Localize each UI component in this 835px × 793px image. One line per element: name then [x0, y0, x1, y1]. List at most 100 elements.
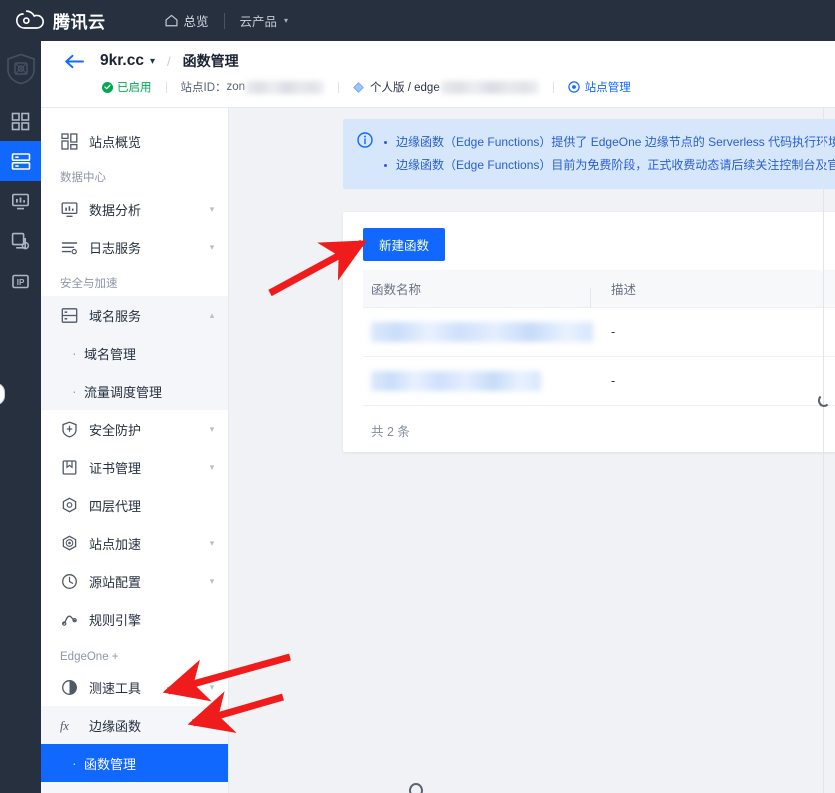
rail-item-analytics[interactable]	[0, 181, 41, 221]
sidebar-subitem-traffic-scheduling[interactable]: · 流量调度管理	[41, 372, 228, 410]
nav-item-overview[interactable]: 总览	[164, 11, 209, 30]
server-list-icon	[11, 152, 30, 170]
cell-function-name[interactable]	[363, 371, 603, 391]
sidebar-label: 安全防护	[89, 422, 142, 438]
svg-text:fx: fx	[60, 718, 69, 732]
nav-item-products[interactable]: 云产品 ▾	[240, 11, 289, 30]
sidebar-group-label: 数据中心	[60, 172, 106, 184]
sidebar-item-rule-engine[interactable]: 规则引擎	[41, 600, 228, 638]
sidebar-subitem-function-management[interactable]: · 函数管理	[41, 744, 228, 782]
status-badge-enabled: 已启用	[102, 79, 152, 95]
sidebar-item-site-acceleration[interactable]: 站点加速 ▾	[41, 524, 228, 562]
sidebar-collapse-handle[interactable]	[0, 383, 5, 405]
dashboard-icon	[60, 132, 78, 150]
sidebar-item-domain-service[interactable]: 域名服务 ▴	[41, 296, 228, 334]
status-divider	[552, 81, 554, 93]
column-header-function-name: 函数名称	[363, 279, 603, 307]
table-row[interactable]: -	[363, 357, 835, 406]
site-manage-link[interactable]: 站点管理	[568, 79, 631, 95]
brand-name-text: 腾讯云	[53, 13, 106, 32]
target-circle-icon	[568, 81, 580, 93]
table-row[interactable]: -	[363, 308, 835, 357]
sidebar-label: 证书管理	[89, 460, 142, 476]
status-divider	[338, 81, 340, 93]
shield-icon	[60, 420, 78, 438]
sidebar-item-site-overview[interactable]: 站点概览	[41, 122, 228, 160]
sidebar-label: 站点概览	[89, 134, 142, 150]
sidebar-item-security-protection[interactable]: 安全防护 ▾	[41, 410, 228, 448]
domain-icon	[60, 306, 78, 324]
sidebar-menu: 站点概览 数据中心 数据分析 ▾ 日志服务 ▾ 安全与加速 域名服务 ▴ · 域…	[41, 108, 228, 793]
cell-description: -	[611, 374, 616, 388]
sidebar-item-speedtest-tool[interactable]: 测速工具 ▾	[41, 668, 228, 706]
sidebar-group-domain-expanded: 域名服务 ▴ · 域名管理 · 流量调度管理	[41, 296, 228, 410]
sidebar-label: 测速工具	[89, 680, 142, 696]
info-circle-icon	[357, 131, 373, 177]
rail-item-dashboard[interactable]	[0, 101, 41, 141]
chevron-down-icon: ▾	[284, 16, 289, 25]
edgeone-shield-logo-icon	[6, 53, 35, 85]
nav-divider	[223, 12, 225, 29]
site-id-value: zon	[226, 81, 246, 93]
column-header-description: 描述	[611, 283, 637, 297]
chevron-down-icon: ▾	[209, 575, 215, 586]
sidebar-item-data-analysis[interactable]: 数据分析 ▾	[41, 190, 228, 228]
sidebar-group-edge-functions-expanded: fx 边缘函数 ▴ · 函数管理 · 触发配置	[41, 706, 228, 793]
sidebar-group-security-accel: 安全与加速	[41, 266, 228, 296]
sidebar-item-certificate-management[interactable]: 证书管理 ▾	[41, 448, 228, 486]
plan-label: 个人版 / edge	[370, 82, 440, 94]
page-title: 函数管理	[182, 53, 239, 69]
site-manage-label: 站点管理	[584, 82, 631, 94]
alert-line-1: 边缘函数（Edge Functions）提供了 EdgeOne 边缘节点的 Se…	[384, 131, 835, 154]
sidebar-group-label: 安全与加速	[60, 278, 118, 290]
tencent-cloud-logo-icon	[16, 9, 44, 29]
sidebar-label: 数据分析	[89, 202, 142, 218]
sidebar-sub-label: 流量调度管理	[84, 384, 163, 400]
back-arrow-icon[interactable]	[64, 51, 86, 71]
logs-icon	[60, 238, 78, 256]
rail-item-sites[interactable]	[0, 141, 41, 181]
plan-redacted-block	[440, 80, 539, 94]
create-function-button[interactable]: 新建函数	[363, 228, 446, 261]
nav-overview-label: 总览	[183, 15, 209, 29]
redacted-function-name	[371, 322, 593, 342]
functions-card: 新建函数 函数名称 描述 - - 共 2 条	[343, 212, 835, 452]
site-status-row: 已启用 站点ID： zon 个人版 / edge 站点管理	[41, 75, 835, 99]
sidebar-subitem-domain-management[interactable]: · 域名管理	[41, 334, 228, 372]
home-icon	[164, 14, 178, 27]
sidebar-label: 四层代理	[89, 498, 142, 514]
breadcrumb-site-name[interactable]: 9kr.cc	[100, 52, 144, 70]
content-right-edge	[823, 108, 824, 793]
rail-item-resources[interactable]	[0, 221, 41, 261]
rail-item-ip[interactable]: IP	[0, 261, 41, 301]
sidebar-navigation: 站点概览 数据中心 数据分析 ▾ 日志服务 ▾ 安全与加速 域名服务 ▴ · 域…	[41, 108, 229, 793]
monitor-analytics-icon	[11, 193, 29, 209]
icon-rail: IP	[0, 41, 41, 793]
sidebar-label: 源站配置	[89, 574, 142, 590]
functions-table: 函数名称 描述 - - 共 2 条	[363, 270, 835, 454]
breadcrumb-separator: /	[167, 53, 171, 69]
cell-function-name[interactable]	[363, 322, 603, 342]
sidebar-label: 日志服务	[89, 240, 142, 256]
sidebar-label: 域名服务	[89, 308, 142, 324]
brand-logo-group[interactable]: 腾讯云	[16, 8, 106, 33]
sidebar-group-data-center: 数据中心	[41, 160, 228, 190]
sidebar-sub-label: 域名管理	[84, 346, 137, 362]
copy-settings-icon	[11, 232, 30, 249]
sidebar-item-origin-config[interactable]: 源站配置 ▾	[41, 562, 228, 600]
main-content-area: 边缘函数（Edge Functions）提供了 EdgeOne 边缘节点的 Se…	[229, 108, 835, 793]
total-count-label: 共 2 条	[371, 424, 410, 439]
sidebar-item-log-service[interactable]: 日志服务 ▾	[41, 228, 228, 266]
sidebar-subitem-trigger-config[interactable]: · 触发配置	[41, 782, 228, 793]
check-circle-icon	[102, 81, 113, 93]
diamond-icon	[353, 81, 364, 93]
sidebar-item-layer4-proxy[interactable]: 四层代理	[41, 486, 228, 524]
status-divider	[165, 81, 167, 93]
nav-products-label: 云产品	[239, 15, 278, 29]
sidebar-group-label: EdgeOne +	[60, 651, 119, 663]
top-navigation-bar: 腾讯云 总览 云产品 ▾	[0, 0, 835, 41]
sidebar-item-edge-functions[interactable]: fx 边缘函数 ▴	[41, 706, 228, 744]
chevron-down-icon[interactable]: ▾	[150, 56, 155, 67]
chevron-up-icon: ▴	[209, 719, 215, 730]
ip-badge-icon: IP	[12, 274, 29, 288]
